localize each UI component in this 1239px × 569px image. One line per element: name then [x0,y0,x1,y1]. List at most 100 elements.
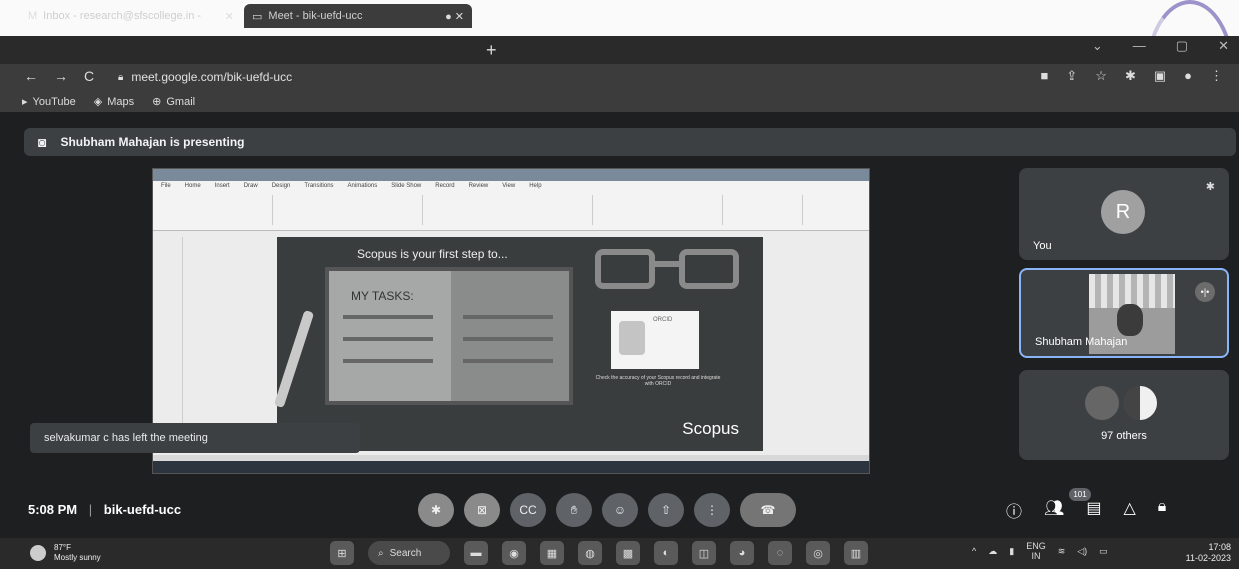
extension-toolbar: ■ ⇪ ☆ ✱ ▣ ● ⋮ [1041,68,1223,84]
gmail-icon: M [28,10,38,22]
more-vertical-icon: ⋮ [706,503,718,517]
side-controls: ⓘ 👥︎ ▤ △ 🔒︎ [1006,498,1166,522]
new-tab-button[interactable]: + [486,40,497,61]
info-icon[interactable]: ⓘ [1006,498,1022,522]
app-icon[interactable]: ◫ [692,541,716,565]
system-tray: ^ ☁ ▮ ENG IN ≋ ◁) ▭ [972,541,1108,561]
chevron-down-icon[interactable]: ⌄ [1092,38,1103,54]
tab-gmail[interactable]: M Inbox - research@sfscollege.in - ✕ [20,4,242,28]
back-icon[interactable]: ← [24,68,38,84]
ppt-slide-panel [163,237,183,437]
youtube-icon: ▸ [22,95,28,108]
camera-icon[interactable]: ■ [1041,68,1049,84]
battery-icon[interactable]: ▭ [1099,546,1108,557]
video-background [1089,274,1175,308]
cloud-icon[interactable]: ☁ [988,546,997,557]
taskbar-search[interactable]: ⌕ Search [368,541,450,565]
volume-icon[interactable]: ◁) [1077,546,1087,557]
reload-icon[interactable]: C [84,68,94,84]
captions-button[interactable]: CC [510,493,546,527]
tasks-heading: MY TASKS: [351,289,414,303]
share-icon[interactable]: ⇪ [1066,68,1077,84]
notebook-right-page [451,271,569,401]
notification-toast: selvakumar c has left the meeting [30,423,360,453]
edge-icon[interactable]: ◍ [578,541,602,565]
store-icon[interactable]: ◐ [654,541,678,565]
sidepanel-icon[interactable]: ▣ [1154,68,1166,84]
meeting-code: bik-uefd-ucc [103,502,182,517]
url-input[interactable]: 🔒︎ meet.google.com/bik-uefd-ucc [118,67,998,87]
app-icon[interactable]: ▥ [844,541,868,565]
lock-icon: 🔒︎ [118,71,124,83]
ppt-ribbon: File Home Insert Draw Design Transitions… [153,181,869,231]
tab-label: Inbox - research@sfscollege.in - [43,10,202,22]
task-view-icon[interactable]: ▬ [464,541,488,565]
reactions-button[interactable]: ☺ [602,493,638,527]
weather-widget[interactable]: 87°F Mostly sunny [30,543,101,563]
forward-icon[interactable]: → [54,68,68,84]
menu-icon[interactable]: ⋮ [1210,68,1223,84]
avatar [1123,386,1157,420]
minimize-icon[interactable]: — [1133,38,1146,54]
weather-desc: Mostly sunny [54,553,101,562]
close-icon[interactable]: ✕ [225,10,234,23]
present-button[interactable]: ⇧ [648,493,684,527]
bookmark-youtube[interactable]: ▸ YouTube [22,95,76,108]
presentation-slide: Scopus is your first step to... MY TASKS… [273,237,763,451]
participant-tile-you[interactable]: R ✱ You [1019,168,1229,260]
weather-temp: 87°F [54,543,71,552]
participant-name: You [1033,240,1052,252]
usb-icon[interactable]: ▮ [1009,546,1014,557]
raise-hand-button[interactable]: ✋︎ [556,493,592,527]
pencil-graphic [273,309,315,409]
whatsapp-icon[interactable]: ◌ [768,541,792,565]
chrome-icon[interactable]: ◕ [730,541,754,565]
bookmark-gmail[interactable]: ⊕ Gmail [152,95,195,108]
bridge [653,261,679,267]
more-options-button[interactable]: ⋮ [694,493,730,527]
file-explorer-icon[interactable]: ▦ [540,541,564,565]
tab-meet[interactable]: ▭ Meet - bik-uefd-ucc ● ✕ [244,4,472,28]
participant-face [1117,304,1143,336]
camera-toggle-button[interactable]: ⊠ [464,493,500,527]
chevron-up-icon[interactable]: ^ [972,546,976,556]
close-window-icon[interactable]: ✕ [1218,38,1229,54]
activities-icon[interactable]: △ [1123,498,1135,522]
lens [595,249,655,289]
windows-start-icon[interactable]: ⊞ [330,541,354,565]
leave-call-button[interactable]: ☎ [740,493,796,527]
bookmark-maps[interactable]: ◈ Maps [94,95,134,108]
ppt-title-bar [153,169,869,181]
glasses-graphic [595,249,739,289]
bookmark-star-icon[interactable]: ☆ [1095,68,1107,84]
people-icon[interactable]: 👥︎ [1044,498,1064,522]
chat-icon[interactable]: ▤ [1086,498,1101,522]
meeting-time: 5:08 PM [28,502,78,517]
taskbar-clock[interactable]: 17:08 11-02-2023 [1186,542,1231,564]
chat-app-icon[interactable]: ◉ [502,541,526,565]
slide-caption: Check the accuracy of your Scopus record… [595,375,721,387]
host-controls-icon[interactable]: 🔒︎ [1158,498,1167,522]
language-indicator[interactable]: ENG IN [1026,541,1046,561]
mic-toggle-button[interactable]: ✱ [418,493,454,527]
wifi-icon[interactable]: ≋ [1058,546,1066,557]
task-line [343,337,433,341]
folder-icon[interactable]: ▩ [616,541,640,565]
maximize-icon[interactable]: ▢ [1176,38,1188,54]
meet-icon: ▭ [252,10,263,23]
extensions-icon[interactable]: ✱ [1125,68,1136,84]
browser-active-icon[interactable]: ◎ [806,541,830,565]
profile-placeholder-icon [619,321,645,355]
participant-tile-others[interactable]: 97 others [1019,370,1229,460]
hand-icon: ✋︎ [570,502,578,517]
others-count: 97 others [1101,430,1147,442]
captions-icon: CC [519,503,537,517]
ribbon-group [213,195,273,225]
orcid-card: ORCID [611,311,699,369]
close-icon[interactable]: ● ✕ [445,10,464,23]
mic-off-icon: ✱ [1205,181,1215,193]
participant-tile-presenter[interactable]: •|• Shubham Mahajan [1019,268,1229,358]
task-line [343,359,433,363]
profile-icon[interactable]: ● [1184,68,1192,84]
navigation-buttons: ← → C [24,68,94,84]
